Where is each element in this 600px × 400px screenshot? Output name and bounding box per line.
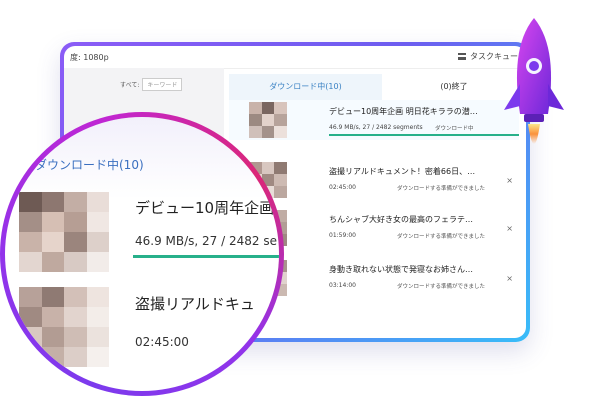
list-icon: [458, 53, 466, 60]
filter-bar: すべて: キーワード: [120, 78, 183, 91]
item-title: ちんシャブ大好き女の最高のフェラテ…: [329, 215, 473, 224]
item-status: ダウンロードする準備ができました: [397, 234, 486, 240]
item-title: 盗撮リアルドキュメント！密着66日、…: [329, 167, 476, 176]
close-icon[interactable]: ×: [506, 176, 513, 185]
item-speed: 46.9 MB/s, 27 / 2482 segments: [329, 124, 423, 131]
close-icon[interactable]: ×: [506, 274, 513, 283]
top-bar: 度: 1080p タスクキュー: [64, 46, 526, 69]
item-title: デビュー10周年企画 明日花キララの潜…: [329, 107, 478, 116]
tab-downloading[interactable]: ダウンロード中(10): [229, 74, 382, 100]
list-item[interactable]: 盗撮リアルドキュメント！密着66日、… 02:45:00 ダウンロードする準備が…: [229, 160, 519, 200]
item-title: 身動き取れない状態で発寝なお姉さん…: [329, 265, 473, 274]
magnifier-thumbnail: [19, 192, 109, 272]
filter-all-label: すべて:: [120, 82, 140, 89]
magnifier-item-title: デビュー10周年企画: [135, 199, 275, 217]
keyword-input[interactable]: キーワード: [142, 78, 183, 91]
magnifier-thumbnail: [19, 287, 109, 367]
magnifier-progress-bar: [133, 255, 279, 258]
close-icon[interactable]: ×: [506, 224, 513, 233]
magnifier: ダウンロード中(10) デビュー10周年企画 46.9 MB/s, 27 / 2…: [5, 117, 279, 391]
tab-bar: ダウンロード中(10) (0)終了: [229, 74, 526, 100]
magnifier-item-duration: 02:45:00: [135, 335, 189, 349]
thumbnail: [249, 102, 287, 138]
item-status: ダウンロードする準備ができました: [397, 284, 486, 290]
item-status: ダウンロードする準備ができました: [397, 186, 486, 192]
quality-label[interactable]: 度: 1080p: [70, 52, 109, 63]
item-duration: 03:14:00: [329, 282, 356, 289]
list-item[interactable]: デビュー10周年企画 明日花キララの潜… 46.9 MB/s, 27 / 248…: [229, 100, 519, 140]
item-duration: 02:45:00: [329, 184, 356, 191]
magnifier-section-title: ダウンロード中(10): [35, 158, 144, 172]
magnifier-item-title: 盗撮リアルドキュ: [135, 295, 255, 313]
rocket-icon: [504, 18, 564, 144]
item-status: ダウンロード中: [435, 126, 474, 132]
magnifier-item-speed: 46.9 MB/s, 27 / 2482 se: [135, 234, 277, 248]
item-duration: 01:59:00: [329, 232, 356, 239]
progress-bar: [329, 134, 519, 136]
